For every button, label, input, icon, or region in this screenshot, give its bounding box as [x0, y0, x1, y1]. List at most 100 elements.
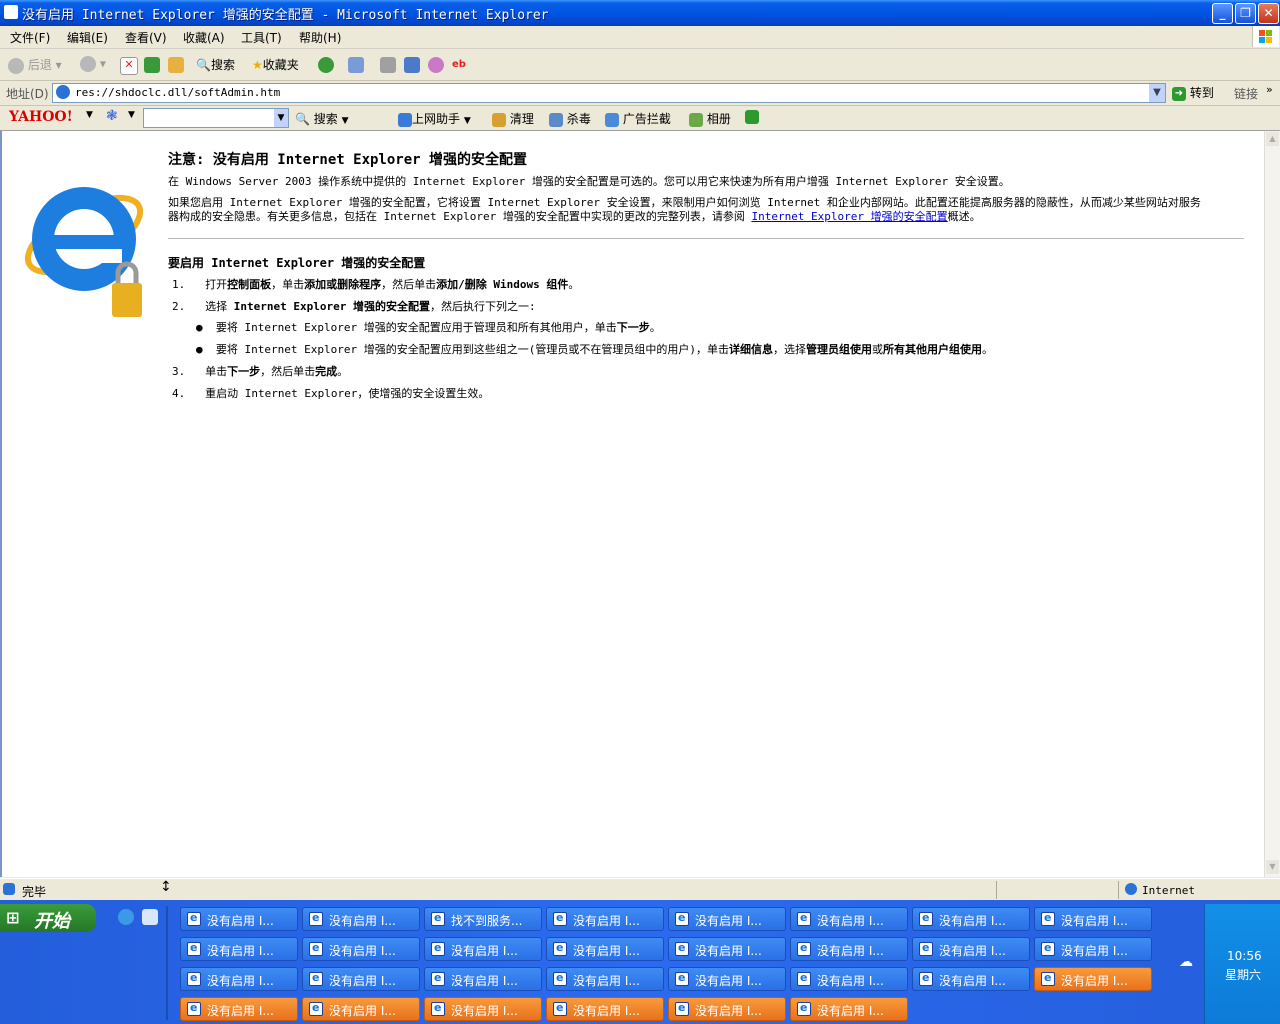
taskbar-task-button[interactable]: 没有启用 I...: [1034, 907, 1152, 931]
taskbar-task-button[interactable]: 没有启用 I...: [790, 967, 908, 991]
back-arrow-icon: [8, 57, 24, 74]
phone-icon[interactable]: [745, 110, 759, 124]
quicklaunch-desktop-icon[interactable]: [142, 909, 158, 925]
clock-time[interactable]: 10:56: [1227, 949, 1262, 963]
yahoo-logo[interactable]: YAHOO!: [9, 109, 73, 125]
taskbar-task-button[interactable]: 没有启用 I...: [790, 907, 908, 931]
taskbar-task-button[interactable]: 找不到服务...: [424, 907, 542, 931]
task-label: 没有启用 I...: [451, 974, 518, 988]
esc-overview-link[interactable]: Internet Explorer 增强的安全配置: [751, 210, 947, 223]
start-button[interactable]: ⊞ 开始: [0, 904, 96, 932]
taskbar-task-button[interactable]: 没有启用 I...: [302, 997, 420, 1021]
ie-task-icon: [919, 911, 933, 926]
scroll-down-icon[interactable]: ▼: [1266, 860, 1279, 874]
ie-window-icon[interactable]: [4, 5, 18, 19]
menu-edit[interactable]: 编辑(E): [67, 29, 108, 46]
ie-task-icon: [675, 911, 689, 926]
taskbar-task-button[interactable]: 没有启用 I...: [668, 907, 786, 931]
address-label: 地址(D): [6, 87, 49, 101]
menu-help[interactable]: 帮助(H): [299, 29, 341, 46]
links-button[interactable]: 链接: [1234, 85, 1258, 102]
taskbar-task-button[interactable]: 没有启用 I...: [180, 937, 298, 961]
taskbar-task-button[interactable]: 没有启用 I...: [668, 967, 786, 991]
close-button[interactable]: ✕: [1258, 3, 1279, 24]
refresh-icon[interactable]: [144, 57, 160, 73]
print-icon[interactable]: [380, 57, 396, 73]
taskbar-task-button[interactable]: 没有启用 I...: [180, 967, 298, 991]
ie-task-icon: [553, 911, 567, 926]
antivirus-button[interactable]: 杀毒: [549, 110, 591, 127]
security-zone: Internet: [1142, 884, 1195, 897]
adblock-button[interactable]: 广告拦截: [605, 110, 671, 127]
title-bar[interactable]: 没有启用 Internet Explorer 增强的安全配置 - Microso…: [0, 0, 1280, 26]
yahoo-search-input[interactable]: ▼: [143, 108, 289, 128]
network-tray-icon[interactable]: ☁: [1179, 954, 1193, 970]
vertical-scrollbar[interactable]: ▲ ▼: [1264, 131, 1280, 877]
taskbar-task-button[interactable]: 没有启用 I...: [302, 907, 420, 931]
menu-tools[interactable]: 工具(T): [241, 29, 282, 46]
edit-icon[interactable]: [404, 57, 420, 73]
clock-day[interactable]: 星期六: [1225, 966, 1261, 983]
window-title: 没有启用 Internet Explorer 增强的安全配置 - Microso…: [22, 8, 549, 23]
taskbar-task-button[interactable]: 没有启用 I...: [546, 907, 664, 931]
taskbar-task-button[interactable]: 没有启用 I...: [302, 937, 420, 961]
address-dropdown-icon[interactable]: ▼: [1149, 84, 1165, 102]
history-icon[interactable]: [318, 57, 334, 73]
status-divider: [1118, 881, 1119, 899]
taskbar-task-button[interactable]: 没有启用 I...: [180, 907, 298, 931]
taskbar-task-button[interactable]: 没有启用 I...: [546, 937, 664, 961]
taskbar-task-button[interactable]: 没有启用 I...: [912, 967, 1030, 991]
task-label: 没有启用 I...: [207, 944, 274, 958]
ie-task-icon: [309, 971, 323, 986]
restore-button[interactable]: ❐: [1235, 3, 1256, 24]
step-1: 1. 打开控制面板，单击添加或删除程序，然后单击添加/删除 Windows 组件…: [172, 278, 580, 291]
system-tray: ☁ 10:56 星期六: [1179, 904, 1280, 1024]
taskbar-task-button[interactable]: 没有启用 I...: [424, 967, 542, 991]
taskbar-task-button[interactable]: 没有启用 I...: [180, 997, 298, 1021]
ie-task-icon: [431, 911, 445, 926]
yahoo-menu-chevron-icon[interactable]: ▼: [86, 110, 93, 120]
back-button[interactable]: 后退 ▾: [8, 56, 62, 74]
taskbar-task-button[interactable]: 没有启用 I...: [912, 907, 1030, 931]
taskbar-task-button[interactable]: 没有启用 I...: [424, 937, 542, 961]
chevron-icon[interactable]: »: [1266, 83, 1273, 96]
flower-chevron-icon[interactable]: ▼: [128, 110, 135, 120]
home-icon[interactable]: [168, 57, 184, 73]
taskbar-task-button[interactable]: 没有启用 I...: [790, 997, 908, 1021]
task-label: 没有启用 I...: [329, 974, 396, 988]
menu-favorites[interactable]: 收藏(A): [183, 29, 225, 46]
stop-icon[interactable]: ✕: [120, 57, 138, 75]
taskbar-task-button[interactable]: 没有启用 I...: [668, 997, 786, 1021]
taskbar-task-button[interactable]: 没有启用 I...: [790, 937, 908, 961]
taskbar-task-button[interactable]: 没有启用 I...: [1034, 937, 1152, 961]
taskbar-task-button[interactable]: 没有启用 I...: [302, 967, 420, 991]
flower-icon[interactable]: ❃: [106, 108, 118, 124]
assistant-button[interactable]: 上网助手 ▼: [398, 110, 471, 127]
forward-button[interactable]: ▾: [80, 56, 106, 72]
search-button[interactable]: 🔍搜索: [196, 56, 235, 73]
taskbar-task-button[interactable]: 没有启用 I...: [1034, 967, 1152, 991]
taskbar-task-button[interactable]: 没有启用 I...: [546, 997, 664, 1021]
album-button[interactable]: 相册: [689, 110, 731, 127]
go-button[interactable]: ➜ 转到: [1172, 84, 1214, 101]
taskbar-task-button[interactable]: 没有启用 I...: [912, 937, 1030, 961]
yahoo-search-dropdown-icon[interactable]: ▼: [274, 109, 288, 127]
messenger-icon[interactable]: [428, 57, 444, 73]
taskbar-task-button[interactable]: 没有启用 I...: [546, 967, 664, 991]
address-input[interactable]: res://shdoclc.dll/softAdmin.htm ▼: [52, 83, 1166, 103]
ie-task-icon: [187, 941, 201, 956]
ebay-icon[interactable]: eb: [452, 59, 466, 70]
menu-file[interactable]: 文件(F): [10, 29, 50, 46]
taskbar-task-button[interactable]: 没有启用 I...: [424, 997, 542, 1021]
favorites-button[interactable]: ★收藏夹: [252, 56, 299, 73]
yahoo-search-button[interactable]: 🔍 搜索 ▼: [295, 110, 349, 127]
minimize-button[interactable]: _: [1212, 3, 1233, 24]
task-label: 没有启用 I...: [329, 1004, 396, 1018]
scroll-up-icon[interactable]: ▲: [1266, 132, 1279, 146]
detail-paragraph-line1: 如果您启用 Internet Explorer 增强的安全配置，它将设置 Int…: [168, 196, 1201, 209]
menu-view[interactable]: 查看(V): [125, 29, 167, 46]
clean-button[interactable]: 清理: [492, 110, 534, 127]
taskbar-task-button[interactable]: 没有启用 I...: [668, 937, 786, 961]
quicklaunch-ie-icon[interactable]: [118, 909, 134, 925]
mail-icon[interactable]: [348, 57, 364, 73]
